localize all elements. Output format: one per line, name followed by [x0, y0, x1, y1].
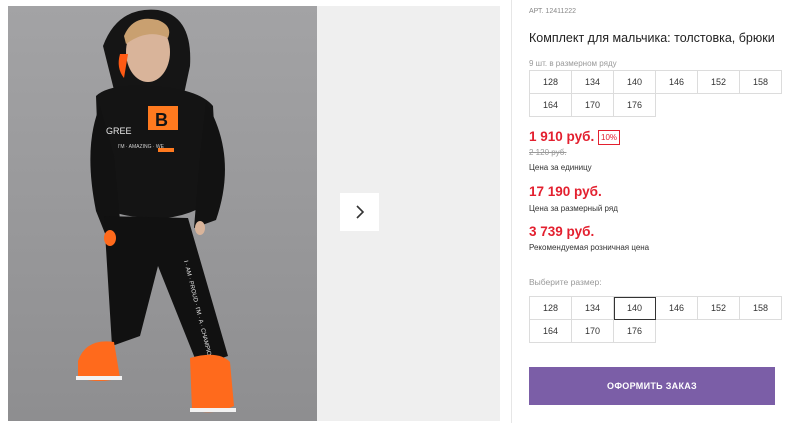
set-price-caption: Цена за размерный ряд	[529, 204, 618, 213]
size-option[interactable]: 146	[655, 296, 698, 320]
pack-size: 128	[529, 70, 572, 94]
size-option[interactable]: 152	[697, 296, 740, 320]
size-option[interactable]: 128	[529, 296, 572, 320]
pack-note: 9 шт. в размерном ряду	[529, 59, 617, 68]
size-picker-label: Выберите размер:	[529, 277, 602, 287]
pack-size: 134	[571, 70, 614, 94]
pack-size: 152	[697, 70, 740, 94]
pack-size: 170	[571, 93, 614, 117]
size-picker-grid: 128 134 140 146 152 158 164 170 176	[529, 296, 782, 343]
svg-text:I'M · AMAZING · WE: I'M · AMAZING · WE	[118, 144, 165, 150]
set-price: 17 190 руб.	[529, 184, 602, 199]
svg-text:B: B	[155, 110, 168, 130]
unit-price-caption: Цена за единицу	[529, 163, 592, 172]
discount-badge: 10%	[598, 130, 621, 145]
unit-price: 1 910 руб.	[529, 129, 595, 144]
sku-prefix: АРТ.	[529, 8, 544, 15]
product-gallery: B GREE I'M · AMAZING · WE I · AM · PROUD…	[0, 0, 500, 423]
order-button[interactable]: ОФОРМИТЬ ЗАКАЗ	[529, 367, 775, 405]
rrp-price: 3 739 руб.	[529, 224, 595, 239]
product-title: Комплект для мальчика: толстовка, брюки	[529, 31, 775, 45]
old-price: 2 120 руб.	[529, 148, 567, 157]
pack-size: 140	[613, 70, 656, 94]
pack-size: 176	[613, 93, 656, 117]
sku: АРТ. 12411222	[529, 8, 576, 15]
chevron-right-icon	[355, 205, 364, 219]
product-photo-illustration: B GREE I'M · AMAZING · WE I · AM · PROUD…	[8, 6, 317, 421]
product-photo: B GREE I'M · AMAZING · WE I · AM · PROUD…	[8, 6, 317, 421]
pack-size-grid: 128 134 140 146 152 158 164 170 176	[529, 70, 782, 117]
size-option[interactable]: 158	[739, 296, 782, 320]
panel-divider	[511, 0, 512, 423]
pack-size: 158	[739, 70, 782, 94]
gallery-next-button[interactable]	[340, 193, 379, 231]
size-option-selected[interactable]: 140	[613, 296, 656, 320]
size-option[interactable]: 134	[571, 296, 614, 320]
sku-value: 12411222	[545, 8, 577, 15]
size-option[interactable]: 170	[571, 319, 614, 343]
size-option[interactable]: 164	[529, 319, 572, 343]
svg-text:GREE: GREE	[106, 126, 132, 136]
rrp-caption: Рекомендуемая розничная цена	[529, 243, 650, 252]
pack-size: 164	[529, 93, 572, 117]
size-option[interactable]: 176	[613, 319, 656, 343]
pack-size: 146	[655, 70, 698, 94]
